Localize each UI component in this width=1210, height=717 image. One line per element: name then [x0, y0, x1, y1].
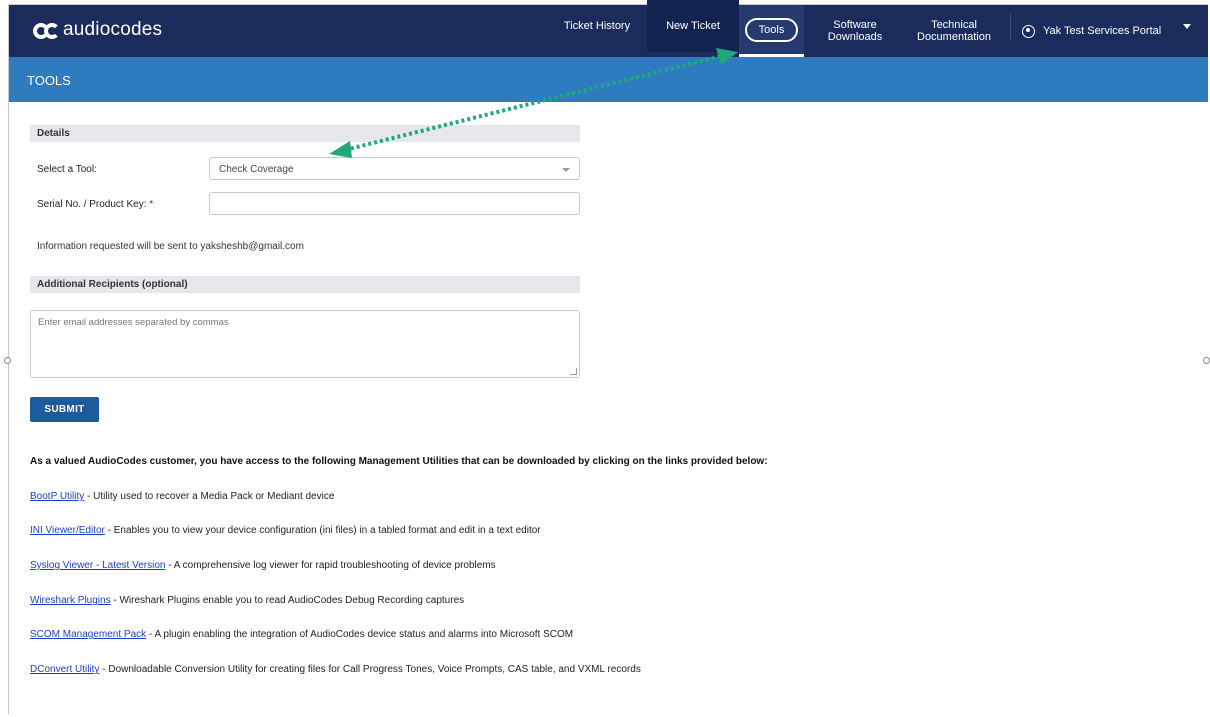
annotation-arrow: [329, 48, 738, 158]
arrow-head-left-icon: [329, 141, 352, 158]
arrow-head-right-icon: [716, 48, 738, 65]
resize-handle-icon[interactable]: [1203, 357, 1210, 364]
annotation-arrow-line: [344, 54, 723, 152]
resize-handle-icon[interactable]: [4, 357, 11, 364]
